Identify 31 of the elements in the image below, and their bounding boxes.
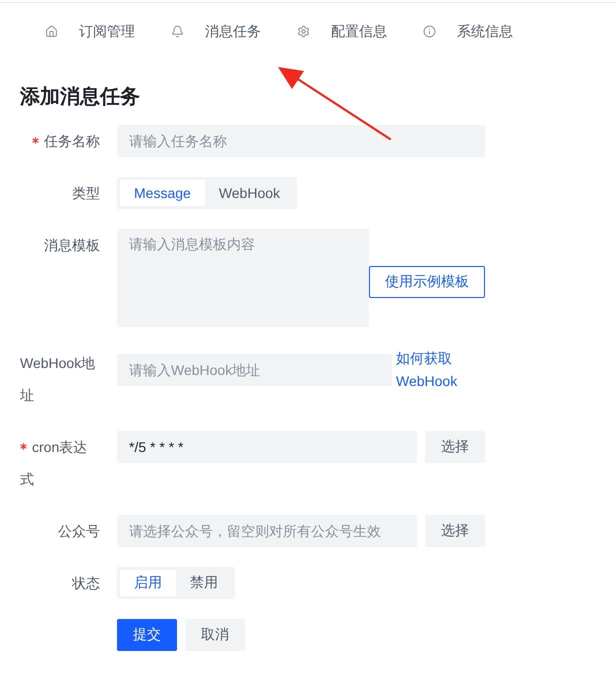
input-field[interactable]: 请输入WebHook地址 bbox=[117, 354, 392, 386]
field-label: 类型 bbox=[72, 185, 100, 201]
nav-item[interactable]: 系统信息 bbox=[423, 20, 513, 42]
nav-item[interactable]: 订阅管理 bbox=[45, 20, 135, 42]
input-field[interactable]: 请选择公众号，留空则对所有公众号生效 bbox=[117, 515, 417, 547]
segment-option[interactable]: 禁用 bbox=[176, 570, 232, 596]
select-button[interactable]: 选择 bbox=[425, 431, 485, 463]
settings-icon bbox=[297, 24, 310, 38]
field-label: WebHook地址 bbox=[20, 355, 96, 403]
field-label: 消息模板 bbox=[44, 237, 100, 253]
input-field[interactable]: */5 * * * * bbox=[117, 431, 417, 463]
select-button[interactable]: 选择 bbox=[425, 515, 485, 547]
help-link[interactable]: 如何获取WebHook bbox=[396, 347, 485, 393]
bell-icon bbox=[171, 24, 184, 38]
cancel-button[interactable]: 取消 bbox=[185, 619, 245, 651]
nav-item[interactable]: 消息任务 bbox=[171, 20, 261, 42]
field-label: 任务名称 bbox=[44, 133, 100, 149]
textarea-field[interactable]: 请输入消息模板内容 bbox=[117, 229, 369, 327]
field-label: 状态 bbox=[72, 575, 100, 591]
segment-option[interactable]: 启用 bbox=[120, 570, 176, 596]
home-icon bbox=[45, 24, 58, 38]
submit-button[interactable]: 提交 bbox=[117, 619, 177, 651]
field-label: cron表达式 bbox=[20, 439, 88, 487]
nav-item[interactable]: 配置信息 bbox=[297, 20, 387, 42]
segment-option[interactable]: Message bbox=[120, 180, 205, 206]
field-label: 公众号 bbox=[58, 523, 100, 539]
page-title: 添加消息任务 bbox=[20, 85, 140, 110]
input-field[interactable]: 请输入任务名称 bbox=[117, 125, 485, 157]
info-icon bbox=[423, 24, 436, 38]
segment-option[interactable]: WebHook bbox=[204, 180, 294, 206]
template-button[interactable]: 使用示例模板 bbox=[369, 266, 485, 298]
